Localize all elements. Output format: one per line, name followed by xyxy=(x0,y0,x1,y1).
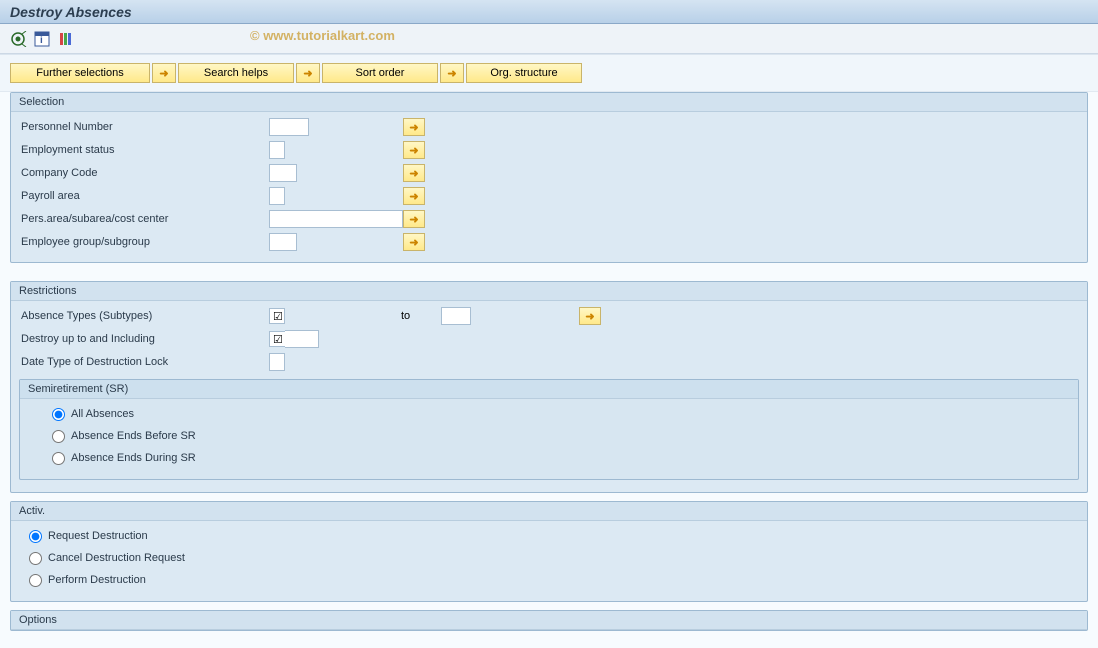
activ-perform-radio[interactable] xyxy=(29,574,42,587)
date-type-lock-input[interactable] xyxy=(269,353,285,371)
employment-status-input[interactable] xyxy=(269,141,285,159)
activ-cancel-label: Cancel Destruction Request xyxy=(48,552,185,564)
arrow-right-icon: ➜ xyxy=(303,67,312,80)
sr-before-radio[interactable] xyxy=(52,430,65,443)
employee-group-input[interactable] xyxy=(269,233,297,251)
toolbar: i © www.tutorialkart.com xyxy=(0,24,1098,54)
company-code-input[interactable] xyxy=(269,164,297,182)
destroy-upto-label: Destroy up to and Including xyxy=(19,333,269,345)
employment-status-label: Employment status xyxy=(19,144,269,156)
semiretirement-group-title: Semiretirement (SR) xyxy=(20,380,1078,399)
org-structure-arrow-button[interactable]: ➜ xyxy=(440,63,464,83)
pers-area-multi-button[interactable]: ➜ xyxy=(403,210,425,228)
arrow-right-icon: ➜ xyxy=(409,167,418,180)
payroll-area-multi-button[interactable]: ➜ xyxy=(403,187,425,205)
activ-group-title: Activ. xyxy=(11,502,1087,521)
company-code-multi-button[interactable]: ➜ xyxy=(403,164,425,182)
arrow-right-icon: ➜ xyxy=(409,144,418,157)
arrow-right-icon: ➜ xyxy=(159,67,168,80)
sort-order-arrow-button[interactable]: ➜ xyxy=(296,63,320,83)
destroy-upto-checkbox[interactable]: ☑ xyxy=(269,331,285,347)
title-bar: Destroy Absences xyxy=(0,0,1098,24)
restrictions-group-title: Restrictions xyxy=(11,282,1087,301)
to-label: to xyxy=(401,310,441,322)
sr-before-label: Absence Ends Before SR xyxy=(71,430,196,442)
info-icon[interactable]: i xyxy=(34,31,52,47)
arrow-right-icon: ➜ xyxy=(585,310,594,323)
activ-request-radio[interactable] xyxy=(29,530,42,543)
search-helps-button[interactable]: Search helps xyxy=(178,63,294,83)
bars-icon[interactable] xyxy=(58,31,76,47)
date-type-lock-label: Date Type of Destruction Lock xyxy=(19,356,269,368)
sr-all-radio[interactable] xyxy=(52,408,65,421)
pers-area-input[interactable] xyxy=(269,210,403,228)
employment-status-multi-button[interactable]: ➜ xyxy=(403,141,425,159)
personnel-number-input[interactable] xyxy=(269,118,309,136)
selection-group: Selection Personnel Number ➜ Employment … xyxy=(10,92,1088,263)
svg-text:i: i xyxy=(40,35,43,46)
activ-group: Activ. Request Destruction Cancel Destru… xyxy=(10,501,1088,602)
arrow-right-icon: ➜ xyxy=(447,67,456,80)
personnel-number-multi-button[interactable]: ➜ xyxy=(403,118,425,136)
activ-perform-label: Perform Destruction xyxy=(48,574,146,586)
destroy-upto-input[interactable] xyxy=(285,330,319,348)
absence-types-to-input[interactable] xyxy=(441,307,471,325)
personnel-number-label: Personnel Number xyxy=(19,121,269,133)
pers-area-label: Pers.area/subarea/cost center xyxy=(19,213,269,225)
arrow-right-icon: ➜ xyxy=(409,121,418,134)
page-title: Destroy Absences xyxy=(10,4,1088,20)
options-group: Options xyxy=(10,610,1088,631)
execute-icon[interactable] xyxy=(10,31,28,47)
company-code-label: Company Code xyxy=(19,167,269,179)
further-selections-button[interactable]: Further selections xyxy=(10,63,150,83)
sr-during-label: Absence Ends During SR xyxy=(71,452,196,464)
absence-types-checkbox[interactable]: ☑ xyxy=(269,308,285,324)
arrow-right-icon: ➜ xyxy=(409,190,418,203)
action-buttons-row: Further selections ➜ Search helps ➜ Sort… xyxy=(0,55,1098,92)
employee-group-label: Employee group/subgroup xyxy=(19,236,269,248)
selection-group-title: Selection xyxy=(11,93,1087,112)
arrow-right-icon: ➜ xyxy=(409,236,418,249)
payroll-area-label: Payroll area xyxy=(19,190,269,202)
employee-group-multi-button[interactable]: ➜ xyxy=(403,233,425,251)
content-area: Further selections ➜ Search helps ➜ Sort… xyxy=(0,54,1098,648)
activ-request-label: Request Destruction xyxy=(48,530,148,542)
search-helps-arrow-button[interactable]: ➜ xyxy=(152,63,176,83)
arrow-right-icon: ➜ xyxy=(409,213,418,226)
restrictions-group: Restrictions Absence Types (Subtypes) ☑ … xyxy=(10,281,1088,493)
activ-cancel-radio[interactable] xyxy=(29,552,42,565)
absence-types-multi-button[interactable]: ➜ xyxy=(579,307,601,325)
sort-order-button[interactable]: Sort order xyxy=(322,63,438,83)
options-group-title: Options xyxy=(11,611,1087,630)
payroll-area-input[interactable] xyxy=(269,187,285,205)
org-structure-button[interactable]: Org. structure xyxy=(466,63,582,83)
semiretirement-group: Semiretirement (SR) All Absences Absence… xyxy=(19,379,1079,480)
sr-all-label: All Absences xyxy=(71,408,134,420)
absence-types-label: Absence Types (Subtypes) xyxy=(19,310,269,322)
sr-during-radio[interactable] xyxy=(52,452,65,465)
watermark-text: © www.tutorialkart.com xyxy=(250,28,395,43)
